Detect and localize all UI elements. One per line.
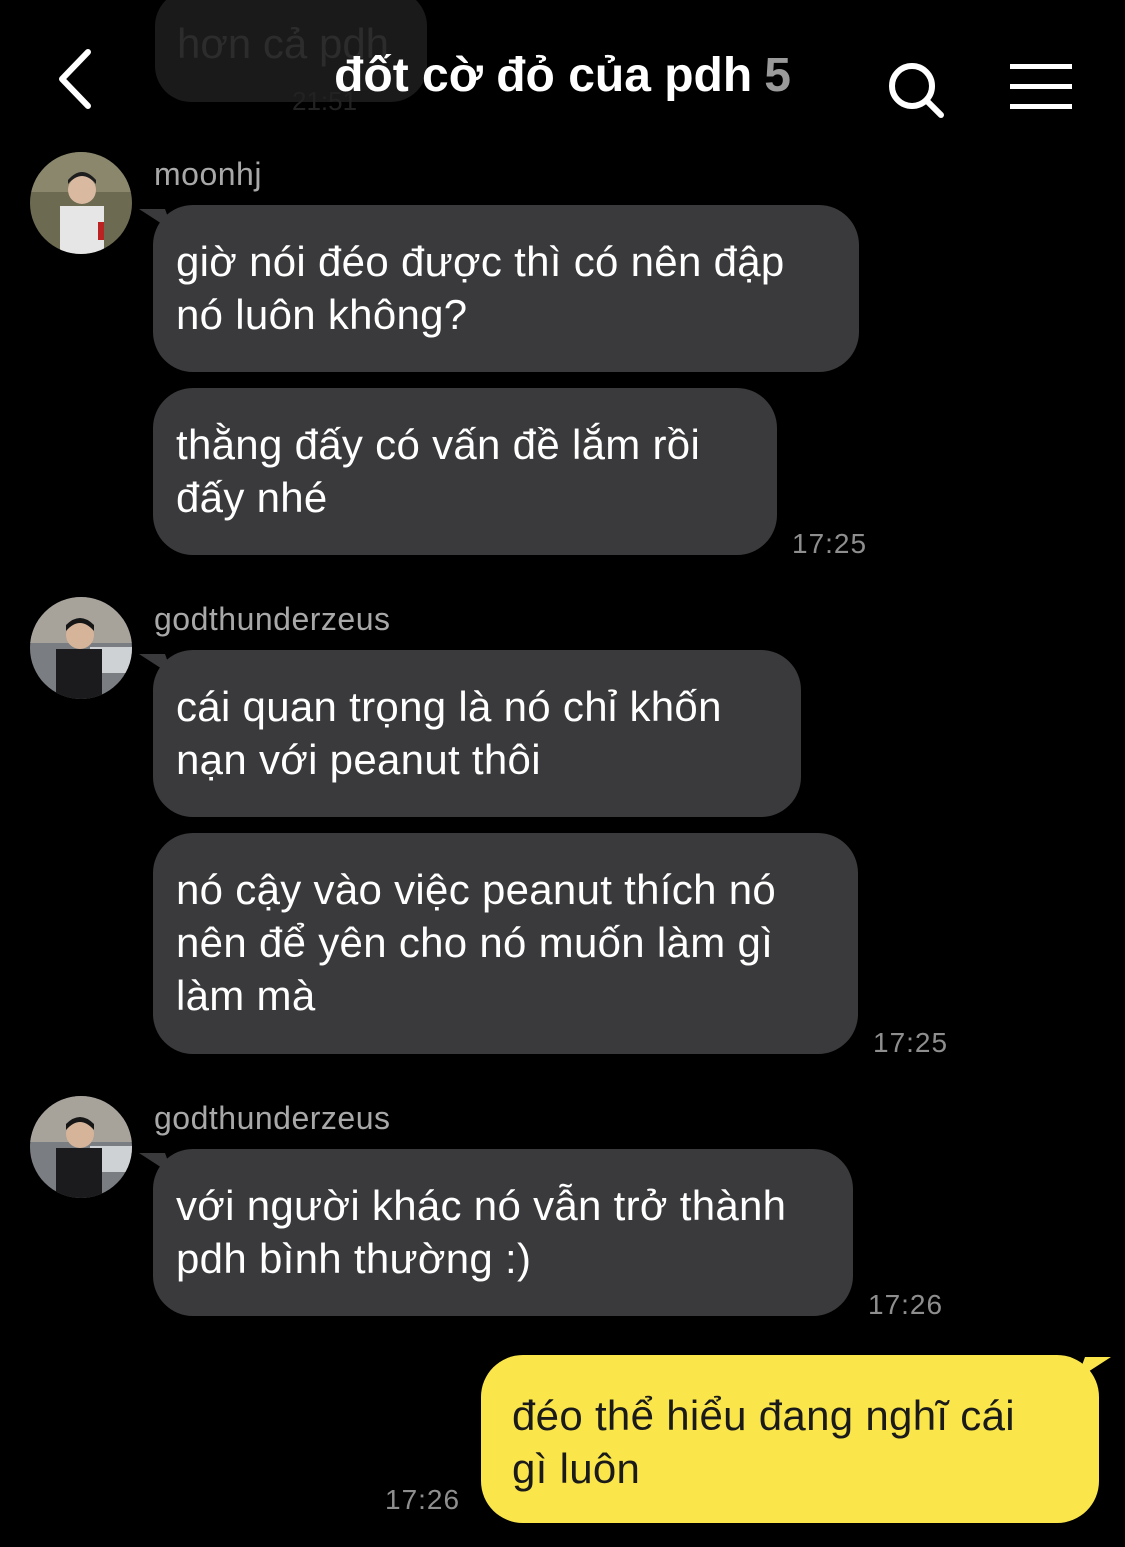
message-bubble[interactable]: nó cậy vào việc peanut thích nó nên để y… (153, 833, 858, 1054)
avatar-godthunderzeus[interactable] (30, 1096, 132, 1198)
message-text: thằng đấy có vấn đề lắm rồi đấy nhé (176, 421, 701, 521)
member-count: 5 (764, 49, 791, 102)
chat-title: đốt cờ đỏ của pdh 5 (0, 48, 1125, 103)
message-bubble[interactable]: giờ nói đéo được thì có nên đập nó luôn … (153, 205, 859, 372)
search-icon (889, 63, 944, 118)
message-text: cái quan trọng là nó chỉ khốn nạn với pe… (176, 683, 722, 783)
sender-name: godthunderzeus (154, 1100, 391, 1136)
message-time: 17:25 (792, 528, 868, 559)
avatar-photo (30, 597, 132, 699)
sender-name: godthunderzeus (154, 601, 391, 637)
avatar-moonhj[interactable] (30, 152, 132, 254)
hamburger-menu-icon (1010, 64, 1072, 109)
avatar-photo (30, 1096, 132, 1198)
chat-screen: hơn cả pdh 21:51 đốt cờ đỏ của pdh 5 moo… (0, 0, 1125, 1547)
message-text: với người khác nó vẫn trở thành pdh bình… (176, 1182, 787, 1282)
chat-header: đốt cờ đỏ của pdh 5 (0, 0, 1125, 140)
message-time: 17:26 (868, 1289, 944, 1320)
message-bubble[interactable]: cái quan trọng là nó chỉ khốn nạn với pe… (153, 650, 801, 817)
message-bubble[interactable]: thằng đấy có vấn đề lắm rồi đấy nhé (153, 388, 777, 555)
message-bubble[interactable]: với người khác nó vẫn trở thành pdh bình… (153, 1149, 853, 1316)
message-text: nó cậy vào việc peanut thích nó nên để y… (176, 866, 777, 1019)
chat-room-name: đốt cờ đỏ của pdh (334, 49, 753, 102)
my-message-text: đéo thể hiểu đang nghĩ cái gì luôn (512, 1392, 1015, 1492)
my-message-bubble[interactable]: đéo thể hiểu đang nghĩ cái gì luôn (481, 1355, 1099, 1523)
message-text: giờ nói đéo được thì có nên đập nó luôn … (176, 238, 785, 338)
search-button[interactable] (884, 58, 948, 122)
message-time: 17:25 (873, 1027, 949, 1058)
my-message-time: 17:26 (385, 1484, 461, 1515)
sender-name: moonhj (154, 156, 262, 192)
avatar-photo (30, 152, 132, 254)
menu-button[interactable] (1008, 62, 1074, 112)
avatar-godthunderzeus[interactable] (30, 597, 132, 699)
